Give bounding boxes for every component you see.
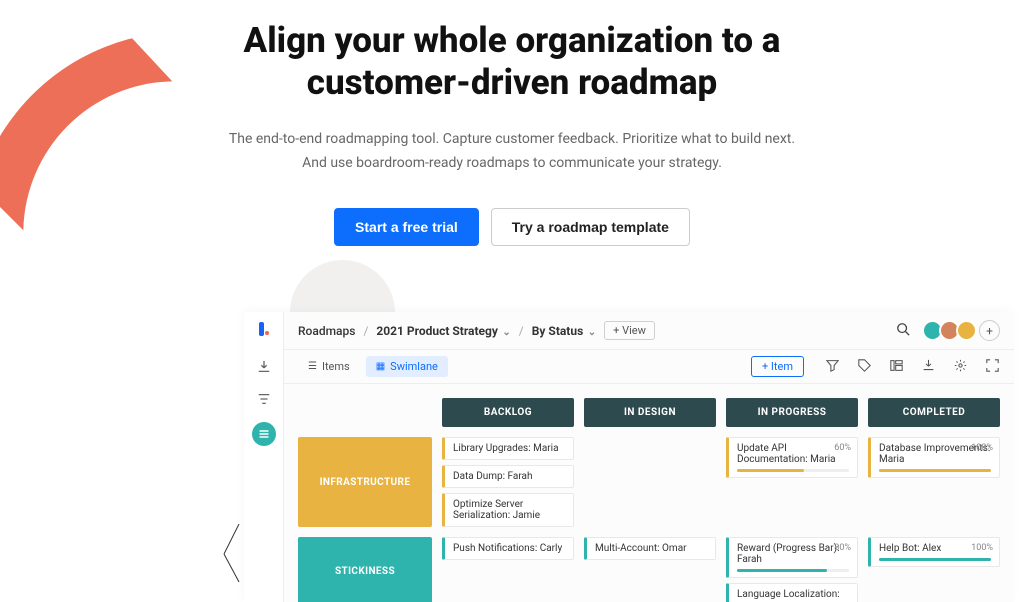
sidebar — [244, 312, 284, 602]
breadcrumb-view[interactable]: By Status ⌄ — [532, 324, 596, 338]
download-icon[interactable] — [255, 358, 273, 376]
progress-percent: 60% — [834, 443, 851, 453]
export-icon[interactable] — [920, 359, 936, 375]
progress-bar — [737, 469, 849, 472]
layout-icon[interactable] — [888, 359, 904, 375]
card[interactable]: Push Notifications: Carly — [442, 537, 574, 560]
logo — [259, 322, 269, 336]
swimlane-cell — [584, 437, 716, 527]
progress-bar — [879, 558, 991, 561]
breadcrumb-item[interactable]: 2021 Product Strategy ⌄ — [376, 324, 510, 338]
active-sidebar-icon[interactable] — [252, 422, 276, 446]
swimlane-cell: Database Improvements: Maria100% — [868, 437, 1000, 527]
start-free-trial-button[interactable]: Start a free trial — [334, 208, 479, 246]
swimlane-cell: Reward (Progress Bar): Farah80% Language … — [726, 537, 858, 602]
swimlane-cell: Update API Documentation: Maria60% — [726, 437, 858, 527]
card[interactable]: Reward (Progress Bar): Farah80% — [726, 537, 858, 578]
swimlane-board: BACKLOG IN DESIGN IN PROGRESS COMPLETED INFR… — [284, 384, 1014, 602]
progress-percent: 80% — [834, 543, 851, 553]
progress-percent: 100% — [971, 543, 993, 553]
card[interactable]: Update API Documentation: Maria60% — [726, 437, 858, 478]
try-template-button[interactable]: Try a roadmap template — [491, 208, 690, 246]
progress-bar — [737, 569, 849, 572]
card[interactable]: Optimize Server Serialization: Jamie — [442, 493, 574, 527]
app-preview: Roadmaps / 2021 Product Strategy ⌄ / By … — [244, 312, 1014, 602]
list-icon: ☰ — [308, 361, 317, 372]
view-tab-items[interactable]: ☰ Items — [298, 356, 360, 377]
diagonal-line-left — [222, 524, 242, 588]
avatar-stack: + — [926, 320, 1000, 341]
settings-icon[interactable] — [952, 359, 968, 375]
filter-icon[interactable] — [824, 359, 840, 375]
add-item-button[interactable]: + Item — [751, 356, 804, 377]
add-member-button[interactable]: + — [979, 320, 1000, 341]
progress-bar — [879, 469, 991, 472]
progress-percent: 100% — [971, 443, 993, 453]
column-header: IN DESIGN — [584, 398, 716, 427]
card[interactable]: Language Localization: — [726, 583, 858, 602]
column-header: BACKLOG — [442, 398, 574, 427]
breadcrumb-root[interactable]: Roadmaps — [298, 324, 355, 338]
card[interactable]: Library Upgrades: Maria — [442, 437, 574, 460]
column-header: IN PROGRESS — [726, 398, 858, 427]
tag-icon[interactable] — [856, 359, 872, 375]
swimlane-cell: Library Upgrades: Maria Data Dump: Farah O… — [442, 437, 574, 527]
topbar: Roadmaps / 2021 Product Strategy ⌄ / By … — [284, 312, 1014, 350]
add-view-button[interactable]: + View — [604, 321, 655, 340]
grid-icon: ▦ — [376, 361, 385, 372]
card[interactable]: Multi-Account: Omar — [584, 537, 716, 560]
swimlane-cell: Multi-Account: Omar — [584, 537, 716, 602]
filter-icon[interactable] — [255, 390, 273, 408]
swimlane-cell: Push Notifications: Carly — [442, 537, 574, 602]
column-header: COMPLETED — [868, 398, 1000, 427]
card[interactable]: Help Bot: Alex100% — [868, 537, 1000, 567]
row-header: STICKINESS — [298, 537, 432, 602]
avatar[interactable] — [956, 320, 977, 341]
breadcrumb-separator: / — [363, 324, 368, 338]
hero-subtitle: The end-to-end roadmapping tool. Capture… — [182, 128, 842, 176]
chevron-down-icon: ⌄ — [500, 327, 511, 338]
expand-icon[interactable] — [984, 359, 1000, 375]
card[interactable]: Data Dump: Farah — [442, 465, 574, 488]
breadcrumb-separator: / — [519, 324, 524, 338]
swimlane-cell: Help Bot: Alex100% — [868, 537, 1000, 602]
view-tab-swimlane[interactable]: ▦ Swimlane — [366, 356, 448, 377]
row-header: INFRASTRUCTURE — [298, 437, 432, 527]
search-icon[interactable] — [896, 322, 910, 339]
viewbar: ☰ Items ▦ Swimlane + Item — [284, 350, 1014, 384]
chevron-down-icon: ⌄ — [585, 327, 596, 338]
card[interactable]: Database Improvements: Maria100% — [868, 437, 1000, 478]
hero-title: Align your whole organization to a custo… — [40, 20, 984, 104]
